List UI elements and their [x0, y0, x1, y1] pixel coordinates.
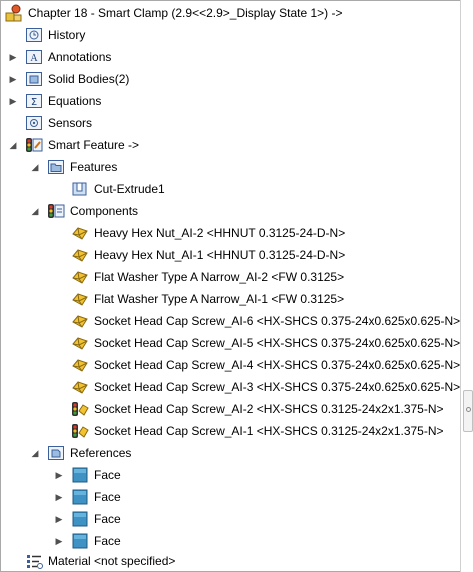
part-icon: [71, 312, 89, 330]
face-icon: [71, 488, 89, 506]
part-icon: [71, 246, 89, 264]
smart-assembly-icon: [5, 4, 23, 22]
tree-item-component[interactable]: ▶ Flat Washer Type A Narrow_AI-1 <FW 0.3…: [53, 288, 344, 310]
tree-item-component[interactable]: ▶ Flat Washer Type A Narrow_AI-2 <FW 0.3…: [53, 266, 344, 288]
tree-item-component[interactable]: ▶ Socket Head Cap Screw_AI-1 <HX-SHCS 0.…: [53, 420, 444, 442]
tree-item-label: References: [70, 446, 132, 460]
expand-arrow-icon[interactable]: ▶: [53, 530, 65, 552]
tree-item-references[interactable]: ◢ References: [29, 442, 131, 464]
tree-item-face[interactable]: ▶ Face: [53, 530, 121, 552]
tree-item-label: Socket Head Cap Screw_AI-6 <HX-SHCS 0.37…: [94, 314, 461, 328]
collapse-arrow-icon[interactable]: ◢: [7, 134, 19, 156]
tree-item-face[interactable]: ▶ Face: [53, 508, 121, 530]
feature-manager-tree: Chapter 18 - Smart Clamp (2.9<<2.9>_Disp…: [0, 0, 462, 572]
references-folder-icon: [47, 444, 65, 462]
face-icon: [71, 466, 89, 484]
annotations-icon: A: [25, 48, 43, 66]
tree-item-label: Face: [94, 468, 121, 482]
tree-item-label: Smart Feature ->: [48, 138, 140, 152]
cut-extrude-icon: [71, 180, 89, 198]
tree-item-label: Socket Head Cap Screw_AI-2 <HX-SHCS 0.31…: [94, 402, 444, 416]
tree-item-label: Features: [70, 160, 118, 174]
expand-arrow-icon[interactable]: ▶: [7, 90, 19, 112]
expand-arrow-icon[interactable]: ▶: [53, 508, 65, 530]
tree-item-label: Face: [94, 490, 121, 504]
tree-item-component[interactable]: ▶ Socket Head Cap Screw_AI-6 <HX-SHCS 0.…: [53, 310, 460, 332]
tree-item-label: Flat Washer Type A Narrow_AI-1 <FW 0.312…: [94, 292, 345, 306]
smart-part-icon: [71, 422, 89, 440]
svg-text:Σ: Σ: [31, 97, 37, 108]
tree-item-component[interactable]: ▶ Socket Head Cap Screw_AI-2 <HX-SHCS 0.…: [53, 398, 444, 420]
tree-root-label: Chapter 18 - Smart Clamp (2.9<<2.9>_Disp…: [28, 6, 343, 20]
tree-item-solid-bodies[interactable]: ▶ Solid Bodies(2): [7, 68, 129, 90]
collapse-arrow-icon[interactable]: ◢: [29, 156, 41, 178]
tree-item-label: Socket Head Cap Screw_AI-3 <HX-SHCS 0.37…: [94, 380, 461, 394]
tree-item-equations[interactable]: ▶ Σ Equations: [7, 90, 101, 112]
part-icon: [71, 334, 89, 352]
part-icon: [71, 356, 89, 374]
tree-item-label: Heavy Hex Nut_AI-2 <HHNUT 0.3125-24-D-N>: [94, 226, 346, 240]
collapse-arrow-icon[interactable]: ◢: [29, 200, 41, 222]
tree-item-component[interactable]: ▶ Heavy Hex Nut_AI-2 <HHNUT 0.3125-24-D-…: [53, 222, 345, 244]
collapse-arrow-icon[interactable]: ◢: [29, 442, 41, 464]
svg-text:A: A: [30, 53, 38, 64]
expand-arrow-icon[interactable]: ▶: [53, 464, 65, 486]
expand-arrow-icon[interactable]: ▶: [7, 46, 19, 68]
tree-item-label: Material <not specified>: [48, 554, 176, 568]
splitter-grip-handle[interactable]: [463, 390, 473, 432]
components-icon: [47, 202, 65, 220]
part-icon: [71, 290, 89, 308]
tree-item-face[interactable]: ▶ Face: [53, 486, 121, 508]
face-icon: [71, 510, 89, 528]
tree-item-label: Heavy Hex Nut_AI-1 <HHNUT 0.3125-24-D-N>: [94, 248, 346, 262]
material-icon: [25, 552, 43, 570]
features-folder-icon: [47, 158, 65, 176]
tree-item-label: Face: [94, 534, 121, 548]
tree-item-label: Annotations: [48, 50, 112, 64]
smart-part-icon: [71, 400, 89, 418]
tree-item-component[interactable]: ▶ Heavy Hex Nut_AI-1 <HHNUT 0.3125-24-D-…: [53, 244, 345, 266]
tree-item-component[interactable]: ▶ Socket Head Cap Screw_AI-3 <HX-SHCS 0.…: [53, 376, 460, 398]
panel-splitter[interactable]: [460, 0, 473, 572]
tree-item-label: Solid Bodies(2): [48, 72, 130, 86]
tree-item-components[interactable]: ◢ Components: [29, 200, 138, 222]
tree-item-label: Socket Head Cap Screw_AI-1 <HX-SHCS 0.31…: [94, 424, 444, 438]
tree-item-label: Equations: [48, 94, 102, 108]
tree-item-label: Sensors: [48, 116, 93, 130]
tree-item-material[interactable]: ▶ Material <not specified>: [7, 550, 176, 571]
face-icon: [71, 532, 89, 550]
tree-item-label: Cut-Extrude1: [94, 182, 165, 196]
part-icon: [71, 224, 89, 242]
tree-root-assembly[interactable]: Chapter 18 - Smart Clamp (2.9<<2.9>_Disp…: [5, 2, 343, 24]
tree-item-component[interactable]: ▶ Socket Head Cap Screw_AI-5 <HX-SHCS 0.…: [53, 332, 460, 354]
tree-item-face[interactable]: ▶ Face: [53, 464, 121, 486]
part-icon: [71, 378, 89, 396]
tree-item-smart-feature[interactable]: ◢ Smart Feature ->: [7, 134, 139, 156]
expand-arrow-icon[interactable]: ▶: [53, 486, 65, 508]
part-icon: [71, 268, 89, 286]
expand-arrow-icon[interactable]: ▶: [7, 68, 19, 90]
tree-item-sensors[interactable]: ▶ Sensors: [7, 112, 92, 134]
history-icon: [25, 26, 43, 44]
equations-icon: Σ: [25, 92, 43, 110]
smart-feature-icon: [25, 136, 43, 154]
tree-item-cut-extrude[interactable]: ▶ Cut-Extrude1: [53, 178, 165, 200]
tree-item-label: Socket Head Cap Screw_AI-4 <HX-SHCS 0.37…: [94, 358, 461, 372]
solid-bodies-icon: [25, 70, 43, 88]
tree-item-annotations[interactable]: ▶ A Annotations: [7, 46, 111, 68]
tree-item-label: Flat Washer Type A Narrow_AI-2 <FW 0.312…: [94, 270, 345, 284]
tree-item-component[interactable]: ▶ Socket Head Cap Screw_AI-4 <HX-SHCS 0.…: [53, 354, 460, 376]
sensors-icon: [25, 114, 43, 132]
tree-item-label: Socket Head Cap Screw_AI-5 <HX-SHCS 0.37…: [94, 336, 461, 350]
tree-item-features[interactable]: ◢ Features: [29, 156, 117, 178]
tree-item-label: Components: [70, 204, 139, 218]
tree-item-label: Face: [94, 512, 121, 526]
tree-item-label: History: [48, 28, 86, 42]
tree-item-history[interactable]: ▶ History: [7, 24, 85, 46]
